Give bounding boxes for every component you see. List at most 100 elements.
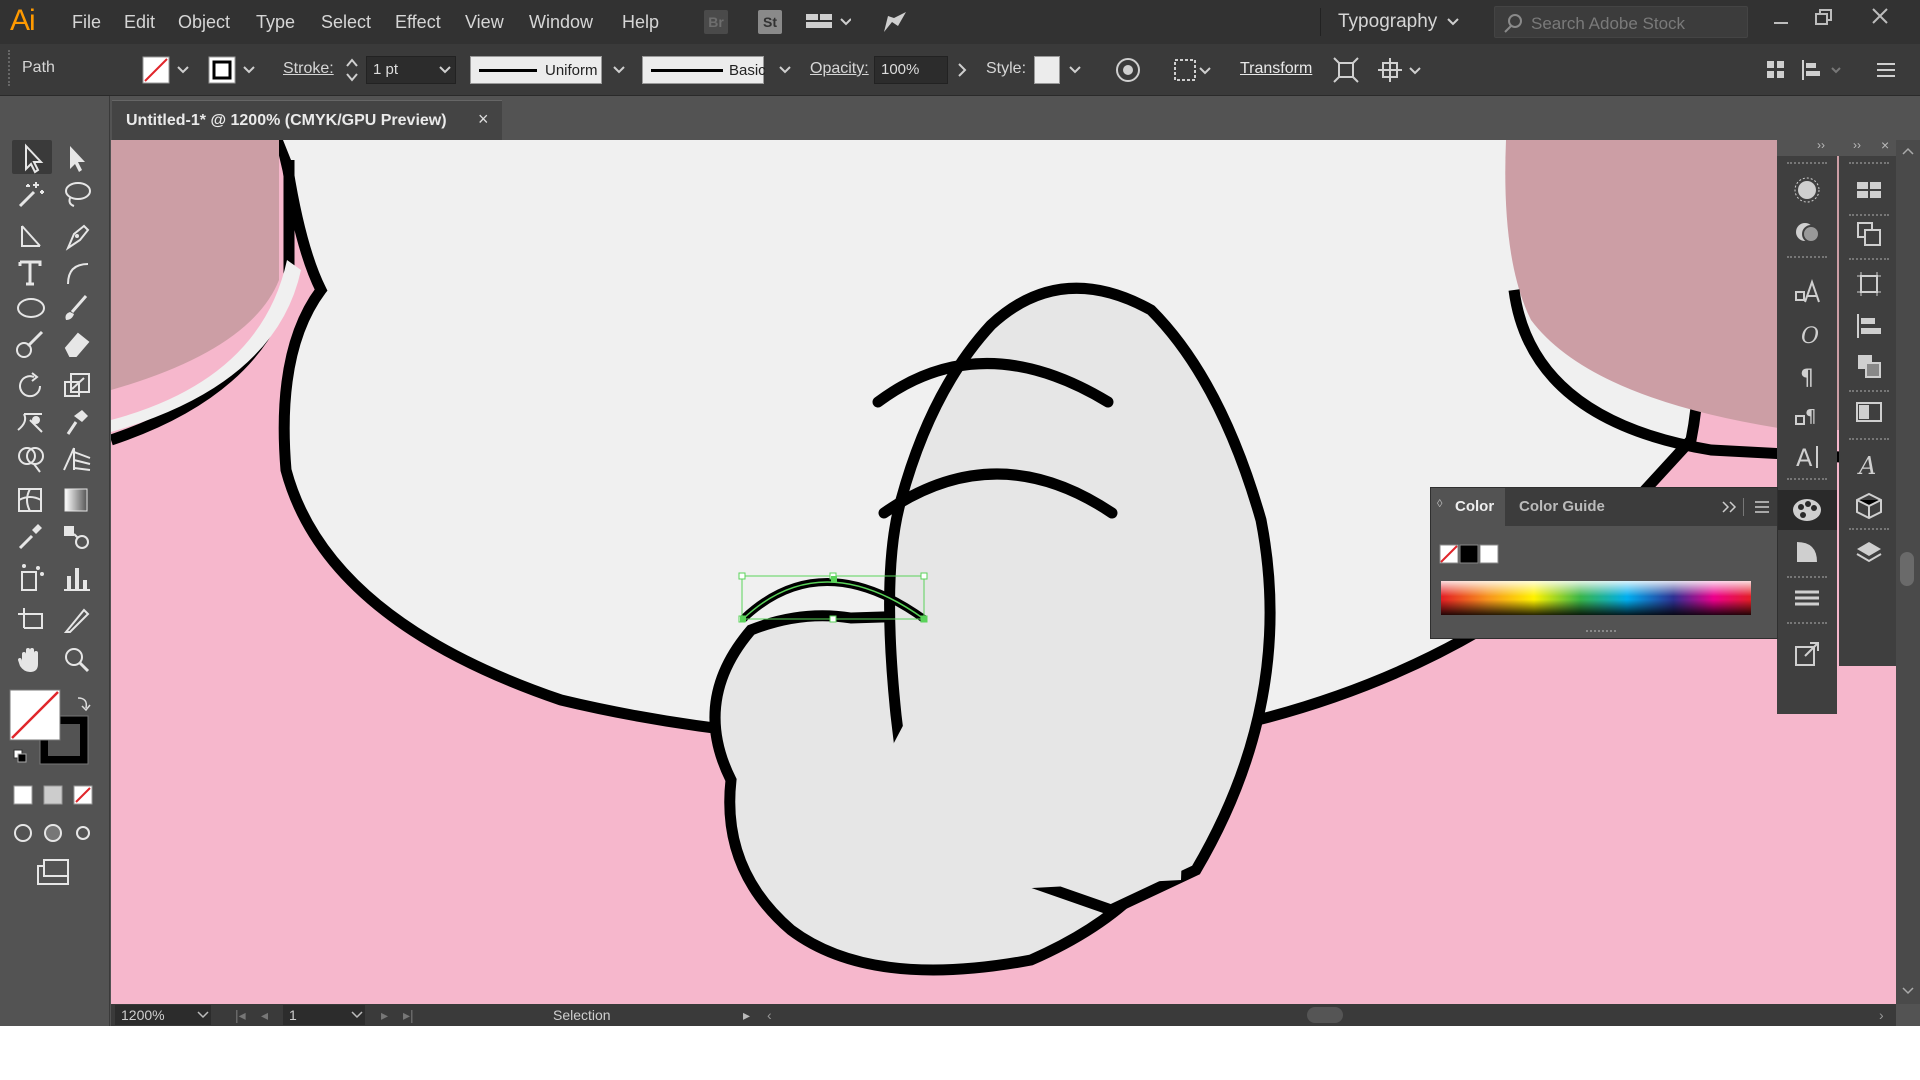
hand-tool-icon[interactable] (14, 644, 48, 676)
opentype-icon[interactable]: O (1793, 320, 1821, 348)
libraries-panel-icon[interactable] (1855, 492, 1883, 520)
stroke-panel-icon[interactable] (1793, 584, 1821, 612)
puppet-warp-tool-icon[interactable] (60, 406, 94, 438)
minimize-icon[interactable] (1772, 14, 1790, 30)
layers-panel-icon[interactable] (1855, 538, 1883, 566)
symbol-sprayer-tool-icon[interactable] (14, 562, 48, 594)
direct-selection-tool-icon[interactable] (60, 142, 94, 174)
menu-window[interactable]: Window (529, 12, 593, 33)
variable-width-profile[interactable]: Uniform (470, 56, 602, 84)
white-swatch[interactable] (1479, 544, 1499, 564)
close-document-icon[interactable]: × (478, 109, 489, 130)
column-graph-tool-icon[interactable] (60, 562, 94, 594)
vertical-scroll-thumb[interactable] (1900, 552, 1914, 586)
gradient-panel-icon[interactable] (1855, 398, 1883, 426)
brush-definition[interactable]: Basic (642, 56, 766, 84)
stock-icon[interactable]: St (758, 10, 782, 34)
arrange-panels-icon[interactable] (1764, 58, 1788, 82)
opacity-label[interactable]: Opacity: (810, 60, 869, 78)
align-to-selection-icon[interactable] (1172, 56, 1216, 84)
transform-link[interactable]: Transform (1240, 60, 1312, 78)
document-tab[interactable]: Untitled-1* @ 1200% (CMYK/GPU Preview) × (112, 100, 502, 140)
pen-tool-icon[interactable] (60, 220, 94, 252)
paintbrush-tool-icon[interactable] (60, 292, 94, 324)
gradient-button[interactable] (43, 785, 63, 805)
eraser-tool-icon[interactable] (60, 328, 94, 360)
chevron-down-icon[interactable] (612, 64, 626, 76)
color-guide-icon[interactable] (1793, 538, 1821, 566)
screen-mode-icon[interactable] (34, 858, 74, 886)
menu-view[interactable]: View (465, 12, 504, 33)
slice-tool-icon[interactable] (60, 604, 94, 636)
scroll-up-icon[interactable] (1901, 146, 1915, 156)
status-menu-icon[interactable]: ▸ (743, 1007, 750, 1024)
line-tool-icon[interactable] (14, 220, 48, 252)
panel-menu-icon[interactable] (1874, 58, 1898, 82)
scroll-left-icon[interactable]: ‹ (767, 1007, 772, 1023)
stroke-stepper-icon[interactable] (344, 56, 360, 84)
workspace-switcher[interactable]: Typography (1338, 11, 1437, 33)
rotate-tool-icon[interactable] (14, 370, 48, 402)
color-panel-icon[interactable] (1791, 496, 1823, 524)
chevron-down-icon[interactable] (351, 1010, 363, 1020)
fill-stroke-widget[interactable] (8, 688, 94, 770)
mesh-tool-icon[interactable] (14, 484, 48, 516)
chevron-down-icon[interactable] (1446, 16, 1460, 28)
magic-wand-tool-icon[interactable] (14, 178, 48, 210)
search-adobe-stock-input[interactable]: Search Adobe Stock (1494, 6, 1748, 38)
glyphs-panel-icon[interactable]: A (1855, 450, 1883, 478)
tab-color-guide[interactable]: Color Guide (1519, 498, 1605, 515)
perspective-grid-tool-icon[interactable] (60, 442, 94, 474)
chevron-down-icon[interactable] (438, 64, 452, 76)
brushes-panel-icon[interactable] (1793, 176, 1821, 204)
chevron-down-icon[interactable] (1068, 64, 1082, 76)
panel-menu-icon[interactable] (1753, 499, 1771, 515)
symbols-panel-icon[interactable] (1793, 218, 1821, 246)
color-button[interactable] (13, 785, 33, 805)
puppet-warp-options-icon[interactable] (1378, 56, 1426, 84)
scroll-down-icon[interactable] (1901, 986, 1915, 996)
blob-brush-tool-icon[interactable] (14, 328, 48, 360)
vertical-scrollbar[interactable] (1896, 140, 1920, 1004)
eyedropper-tool-icon[interactable] (14, 520, 48, 552)
black-swatch[interactable] (1459, 544, 1479, 564)
stroke-label[interactable]: Stroke: (283, 60, 334, 78)
panel-resize-grip[interactable] (1586, 630, 1616, 632)
character-styles-icon[interactable] (1793, 278, 1821, 306)
chevron-right-icon[interactable] (956, 62, 968, 78)
horizontal-scroll-thumb[interactable] (1307, 1007, 1343, 1023)
arc-tool-icon[interactable] (60, 256, 94, 288)
gradient-tool-icon[interactable] (60, 484, 94, 516)
color-spectrum[interactable] (1441, 581, 1751, 615)
menu-file[interactable]: File (72, 12, 101, 33)
ellipse-tool-icon[interactable] (14, 292, 48, 324)
scale-tool-icon[interactable] (60, 370, 94, 402)
align-panel-icon[interactable] (1855, 312, 1883, 340)
next-artboard-icon[interactable]: ▸ (381, 1007, 388, 1024)
isolate-selected-icon[interactable] (1332, 56, 1360, 84)
character-panel-icon[interactable]: A (1793, 442, 1821, 470)
artboard-tool-icon[interactable] (14, 604, 48, 636)
graphic-style-swatch[interactable] (1034, 56, 1060, 84)
drawing-mode-buttons[interactable] (10, 820, 96, 846)
paragraph-styles-icon[interactable]: ¶ (1793, 402, 1821, 430)
swatches-panel-icon[interactable] (1855, 176, 1883, 204)
first-artboard-icon[interactable]: |◂ (235, 1007, 246, 1024)
menu-object[interactable]: Object (178, 12, 230, 33)
chevron-double-right-icon[interactable] (1721, 500, 1739, 514)
previous-artboard-icon[interactable]: ◂ (261, 1007, 268, 1024)
collapse-panel-icon[interactable]: ◊ (1437, 498, 1442, 510)
menu-select[interactable]: Select (321, 12, 371, 33)
zoom-tool-icon[interactable] (60, 644, 94, 676)
menu-effect[interactable]: Effect (395, 12, 441, 33)
external-link-icon[interactable] (1793, 640, 1821, 668)
appearance-panel-icon[interactable] (1855, 220, 1883, 248)
arrange-documents-icon[interactable] (805, 12, 851, 32)
bridge-icon[interactable]: Br (704, 10, 728, 34)
gpu-performance-icon[interactable] (880, 8, 908, 36)
shape-builder-tool-icon[interactable] (14, 442, 48, 474)
opacity-field[interactable]: 100% (874, 56, 948, 84)
transform-panel-icon[interactable] (1855, 270, 1883, 298)
lasso-tool-icon[interactable] (60, 178, 94, 210)
last-artboard-icon[interactable]: ▸| (403, 1007, 414, 1024)
